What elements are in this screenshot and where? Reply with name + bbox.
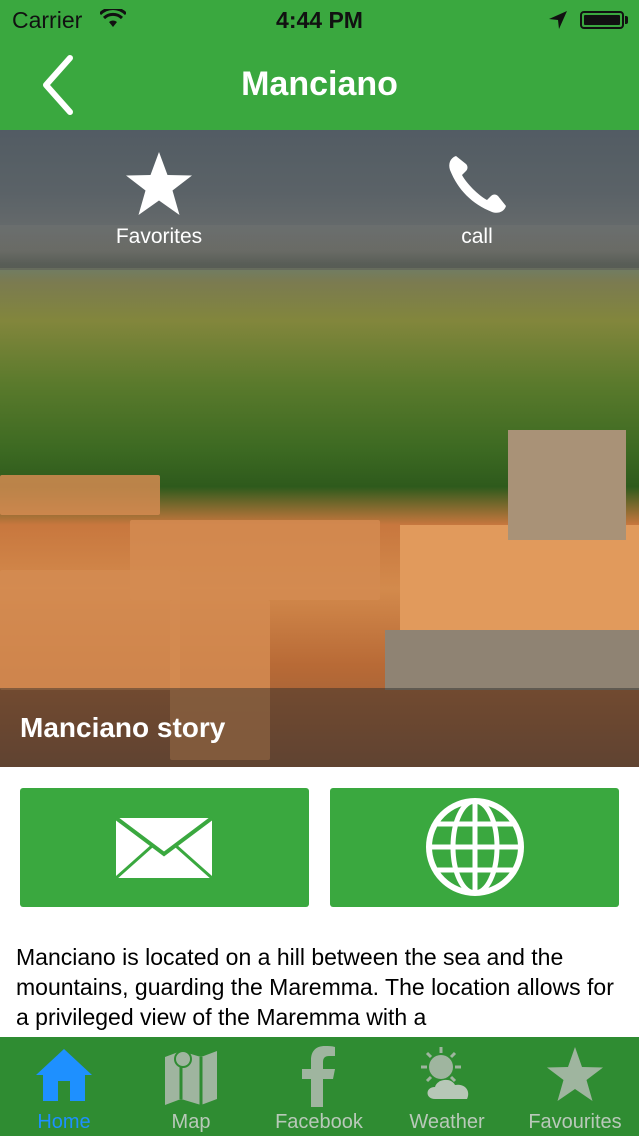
tab-label: Weather: [409, 1111, 485, 1133]
status-bar: Carrier 4:44 PM: [0, 0, 639, 40]
tab-weather[interactable]: Weather: [383, 1037, 511, 1136]
star-icon: [547, 1047, 603, 1101]
tab-favourites[interactable]: Favourites: [511, 1037, 639, 1136]
tab-label: Favourites: [528, 1111, 622, 1133]
tab-label: Home: [37, 1111, 91, 1133]
hero-image: Favorites call Manciano story: [0, 130, 639, 767]
story-caption-bar[interactable]: Manciano story: [0, 688, 639, 767]
call-button[interactable]: call: [422, 150, 532, 249]
story-caption: Manciano story: [20, 712, 226, 743]
map-icon: [165, 1050, 217, 1105]
tab-facebook[interactable]: Facebook: [255, 1037, 383, 1136]
tab-home[interactable]: Home: [0, 1037, 128, 1136]
favorites-button[interactable]: Favorites: [104, 150, 214, 249]
rooftop: [400, 525, 639, 635]
location-arrow-icon: [549, 11, 567, 29]
envelope-icon: [114, 816, 214, 880]
globe-icon: [426, 798, 524, 896]
weather-icon: [421, 1047, 469, 1099]
facebook-icon: [302, 1046, 335, 1107]
clock: 4:44 PM: [276, 7, 363, 33]
home-icon: [36, 1049, 92, 1101]
star-icon: [126, 152, 192, 215]
rooftop: [0, 570, 180, 690]
call-label: call: [461, 225, 493, 248]
battery-tip: [625, 16, 628, 24]
phone-icon: [449, 156, 506, 213]
tab-label: Map: [171, 1111, 211, 1133]
tab-label: Facebook: [275, 1111, 363, 1133]
battery-icon: [580, 11, 624, 29]
page-title: Manciano: [241, 65, 398, 103]
website-button[interactable]: [330, 788, 619, 907]
navigation-bar: Manciano: [0, 40, 639, 130]
rooftop: [0, 475, 160, 515]
favorites-label: Favorites: [115, 225, 203, 248]
castle-wall: [385, 630, 639, 690]
hills-shape: [0, 225, 639, 270]
email-button[interactable]: [20, 788, 309, 907]
castle-tower: [508, 430, 626, 540]
description-text: Manciano is located on a hill between th…: [16, 944, 614, 1030]
tab-map[interactable]: Map: [127, 1037, 255, 1136]
tab-bar: Home Map Facebook Weather Favourites: [0, 1037, 639, 1136]
